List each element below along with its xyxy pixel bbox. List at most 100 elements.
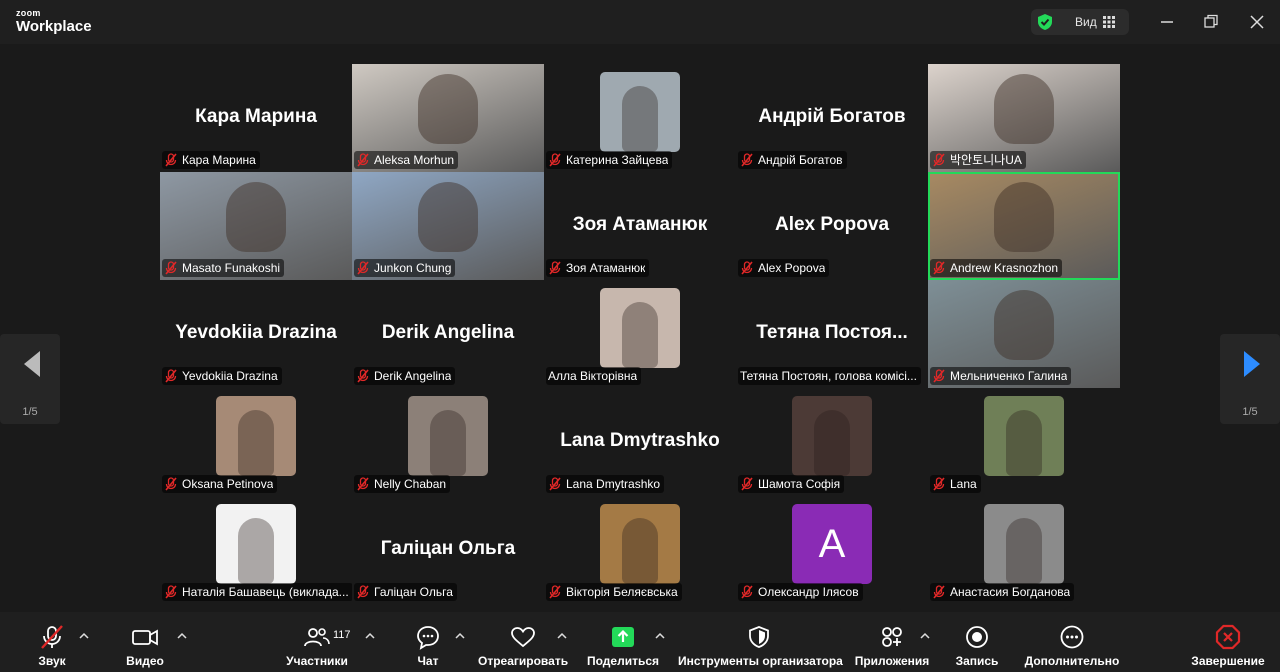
participant-tile[interactable]: Галіцан Ольга Галіцан Ольга xyxy=(352,496,544,604)
share-options-caret-icon[interactable] xyxy=(655,632,665,640)
participants-options-caret-icon[interactable] xyxy=(365,632,375,640)
participant-tile[interactable]: Наталія Башавець (виклада... xyxy=(160,496,352,604)
participant-tile[interactable]: Junkon Chung xyxy=(352,172,544,280)
participant-name: Alex Popova xyxy=(758,261,826,275)
participant-avatar xyxy=(984,396,1064,476)
participant-name-label: Lana xyxy=(930,475,981,493)
participant-video-feed xyxy=(418,182,478,252)
participant-tile[interactable]: Вікторія Беляєвська xyxy=(544,496,736,604)
video-options-caret-icon[interactable] xyxy=(177,632,187,640)
muted-mic-icon xyxy=(164,477,178,491)
apps-icon xyxy=(882,627,902,647)
muted-mic-icon xyxy=(356,261,370,275)
participant-avatar xyxy=(216,504,296,584)
participant-name: Junkon Chung xyxy=(374,261,452,275)
participant-tile[interactable]: Шамота Софія xyxy=(736,388,928,496)
video-button[interactable]: Видео xyxy=(120,624,170,668)
chat-options-caret-icon[interactable] xyxy=(455,632,465,640)
host-tools-button[interactable]: Инструменты организатора xyxy=(678,624,843,668)
participant-tile[interactable]: Мельниченко Галина xyxy=(928,280,1120,388)
audio-options-caret-icon[interactable] xyxy=(79,632,89,640)
muted-mic-icon xyxy=(548,477,562,491)
participant-tile[interactable]: Masato Funakoshi xyxy=(160,172,352,280)
participant-tile[interactable]: Тетяна Постоя... Тетяна Постоян, голова к… xyxy=(736,280,928,388)
minimize-icon[interactable] xyxy=(1156,12,1178,32)
participant-tile[interactable]: Алла Вікторівна xyxy=(544,280,736,388)
audio-button[interactable]: Звук xyxy=(30,624,74,668)
participant-tile[interactable]: Aleksa Morhun xyxy=(352,64,544,172)
participant-tile[interactable]: Derik Angelina Derik Angelina xyxy=(352,280,544,388)
security-shield-icon xyxy=(1038,14,1052,30)
participant-tile[interactable]: Катерина Зайцева xyxy=(544,64,736,172)
record-button[interactable]: Запись xyxy=(954,624,1000,668)
next-page-button[interactable]: 1/5 xyxy=(1220,334,1280,424)
participant-name-label: Олександр Ілясов xyxy=(738,583,863,601)
arrow-left-icon xyxy=(24,351,40,377)
avatar-photo xyxy=(622,518,658,584)
avatar-photo xyxy=(238,518,274,584)
participant-tile[interactable]: Кара Марина Кара Марина xyxy=(160,64,352,172)
previous-page-button[interactable]: 1/5 xyxy=(0,334,60,424)
participant-name-label: 박안토니나UA xyxy=(930,151,1026,169)
muted-mic-icon xyxy=(740,585,754,599)
more-button[interactable]: Дополнительно xyxy=(1024,624,1120,668)
participant-video-feed xyxy=(994,290,1054,360)
muted-mic-icon xyxy=(932,369,946,383)
end-meeting-button[interactable]: Завершение xyxy=(1190,624,1266,668)
avatar-photo xyxy=(238,410,274,476)
muted-mic-icon xyxy=(932,261,946,275)
muted-mic-icon xyxy=(164,585,178,599)
participant-name: Lana xyxy=(950,477,977,491)
page-indicator-left: 1/5 xyxy=(22,406,38,418)
react-options-caret-icon[interactable] xyxy=(557,632,567,640)
zoom-workplace-logo: zoom Workplace xyxy=(16,8,92,35)
page-indicator-right: 1/5 xyxy=(1242,406,1258,418)
muted-mic-icon xyxy=(164,369,178,383)
chat-button[interactable]: Чат xyxy=(408,624,448,668)
heart-icon xyxy=(511,627,535,648)
participant-tile[interactable]: Yevdokiia Drazina Yevdokiia Drazina xyxy=(160,280,352,388)
participant-tile[interactable]: Анастасия Богданова xyxy=(928,496,1120,604)
participant-tile[interactable]: Зоя Атаманюк Зоя Атаманюк xyxy=(544,172,736,280)
participant-name: Andrew Krasnozhon xyxy=(950,261,1059,275)
participant-tile[interactable]: A Олександр Ілясов xyxy=(736,496,928,604)
participant-name: Галіцан Ольга xyxy=(374,585,453,599)
participant-display-name: Lana Dmytrashko xyxy=(560,430,720,451)
restore-icon[interactable] xyxy=(1200,12,1222,32)
view-button[interactable]: Вид xyxy=(1031,9,1129,35)
participant-tile[interactable]: Lana xyxy=(928,388,1120,496)
participant-tile[interactable]: Alex Popova Alex Popova xyxy=(736,172,928,280)
close-icon[interactable] xyxy=(1246,12,1268,32)
participant-tile[interactable]: Андрій Богатов Андрій Богатов xyxy=(736,64,928,172)
participant-video-feed xyxy=(994,182,1054,252)
share-screen-button[interactable]: Поделиться xyxy=(586,624,660,668)
participant-avatar xyxy=(792,396,872,476)
participant-tile[interactable]: Lana Dmytrashko Lana Dmytrashko xyxy=(544,388,736,496)
participant-avatar: A xyxy=(792,504,872,584)
participant-video-feed xyxy=(994,74,1054,144)
participants-count: 117 xyxy=(333,629,351,641)
apps-options-caret-icon[interactable] xyxy=(920,632,930,640)
participant-name: Зоя Атаманюк xyxy=(566,261,646,275)
participant-tile[interactable]: 박안토니나UA xyxy=(928,64,1120,172)
muted-mic-icon xyxy=(356,369,370,383)
participant-tile[interactable]: Nelly Chaban xyxy=(352,388,544,496)
participant-name-label: Мельниченко Галина xyxy=(930,367,1072,385)
apps-button[interactable]: Приложения xyxy=(853,624,931,668)
participant-name-label: Кара Марина xyxy=(162,151,260,169)
participant-name: Lana Dmytrashko xyxy=(566,477,661,491)
participant-tile[interactable]: Andrew Krasnozhon xyxy=(928,172,1120,280)
avatar-photo xyxy=(1006,518,1042,584)
react-button[interactable]: Отреагировать xyxy=(478,624,568,668)
participant-tile[interactable]: Oksana Petinova xyxy=(160,388,352,496)
avatar-letter: A xyxy=(818,521,846,566)
participant-name-label: Lana Dmytrashko xyxy=(546,475,665,493)
participants-icon xyxy=(304,628,330,647)
avatar-photo xyxy=(622,86,658,152)
record-icon xyxy=(966,626,988,648)
muted-mic-icon xyxy=(740,261,754,275)
participant-name: Aleksa Morhun xyxy=(374,153,455,167)
participant-display-name: Derik Angelina xyxy=(381,322,515,343)
participant-name: Masato Funakoshi xyxy=(182,261,281,275)
participant-name-label: Зоя Атаманюк xyxy=(546,259,650,277)
